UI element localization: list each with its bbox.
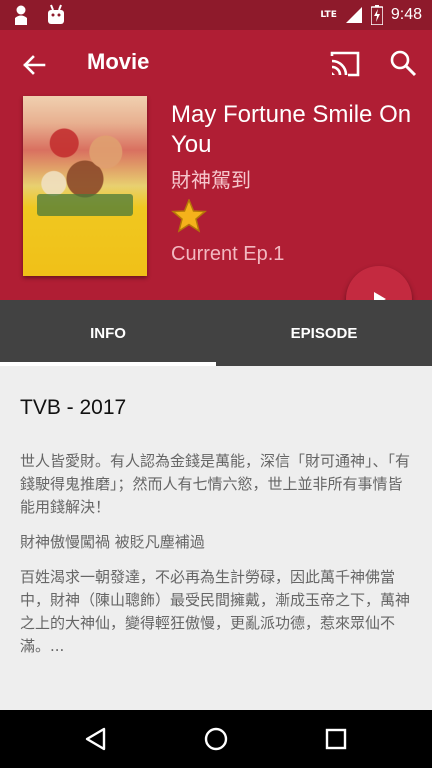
android-icon xyxy=(48,4,64,24)
info-content: TVB - 2017 世人皆愛財。有人認為金錢是萬能，深信「財可通神」、「有錢駛… xyxy=(20,396,412,670)
tab-info[interactable]: INFO xyxy=(0,300,216,366)
poster-logo xyxy=(37,194,133,216)
search-icon[interactable] xyxy=(388,48,418,78)
lte-signal-icon xyxy=(345,7,362,23)
star-icon[interactable] xyxy=(171,198,207,233)
synopsis-paragraph: 世人皆愛財。有人認為金錢是萬能，深信「財可通神」、「有錢駛得鬼推磨」；然而人有七… xyxy=(20,452,411,516)
person-icon xyxy=(15,5,27,25)
synopsis-paragraph: 財神傲慢闖禍 被貶凡塵補過 xyxy=(20,533,205,551)
movie-poster[interactable] xyxy=(23,96,147,276)
page-title: Movie xyxy=(87,49,150,74)
battery-icon xyxy=(370,5,383,25)
poster-artwork xyxy=(33,116,137,206)
lte-label: LTE xyxy=(320,10,337,20)
recents-square-icon[interactable] xyxy=(322,725,350,753)
back-triangle-icon[interactable] xyxy=(82,725,110,753)
tab-episode[interactable]: EPISODE xyxy=(216,300,432,366)
synopsis-paragraph: 百姓渴求一朝發達，不必再為生計勞碌，因此萬千神佛當中，財神（陳山聰飾）最受民間擁… xyxy=(20,568,411,655)
current-episode: Current Ep.1 xyxy=(171,243,285,265)
tab-bar: INFO EPISODE xyxy=(0,300,432,366)
toolbar: Movie xyxy=(0,30,432,96)
movie-title-en: May Fortune Smile On You xyxy=(171,101,412,158)
clock: 9:48 xyxy=(390,6,422,23)
tab-indicator xyxy=(0,362,216,366)
cast-icon[interactable] xyxy=(329,48,361,80)
back-arrow-icon[interactable] xyxy=(18,49,50,81)
navigation-bar xyxy=(0,710,432,768)
network-year-heading: TVB - 2017 xyxy=(20,396,127,419)
movie-title-zh: 財神駕到 xyxy=(171,168,251,192)
home-circle-icon[interactable] xyxy=(202,725,230,753)
status-bar: LTE 9:48 xyxy=(0,0,432,30)
app-bar: Movie May Fortune Smile On You 財神駕到 Curr… xyxy=(0,30,432,300)
movie-info: May Fortune Smile On You 財神駕到 Current Ep… xyxy=(171,100,416,266)
